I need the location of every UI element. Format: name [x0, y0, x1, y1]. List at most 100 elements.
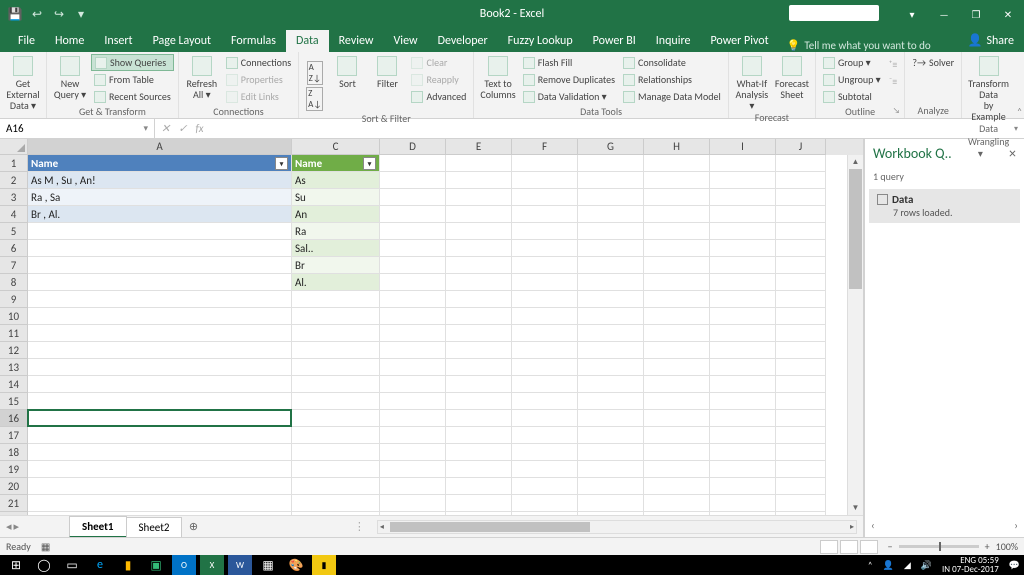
cell[interactable] [710, 291, 776, 308]
cell[interactable] [512, 291, 578, 308]
table-row[interactable]: As M , Su , An! [28, 172, 292, 189]
filter-dropdown-icon[interactable]: ▾ [275, 157, 288, 170]
cell[interactable] [446, 495, 512, 512]
cell[interactable] [578, 342, 644, 359]
cell[interactable] [644, 257, 710, 274]
view-page-layout-button[interactable] [840, 540, 858, 554]
powerbi-icon[interactable]: ▮ [312, 555, 336, 575]
cell[interactable] [644, 274, 710, 291]
task-view-icon[interactable]: ▭ [60, 555, 84, 575]
cell[interactable] [292, 461, 380, 478]
cell[interactable] [644, 223, 710, 240]
row-header[interactable]: 5 [0, 223, 28, 240]
tray-network-icon[interactable]: ◢ [904, 560, 911, 571]
column-header-J[interactable]: J [776, 139, 826, 155]
query-item[interactable]: Data 7 rows loaded. [869, 189, 1020, 223]
undo-icon[interactable]: ↩ [28, 5, 46, 23]
data-validation-button[interactable]: Data Validation ▾ [520, 88, 618, 105]
what-if-analysis-button[interactable]: What-If Analysis ▾ [733, 54, 771, 111]
cell[interactable] [512, 461, 578, 478]
cell[interactable] [292, 291, 380, 308]
consolidate-button[interactable]: Consolidate [620, 54, 724, 71]
cell[interactable] [644, 189, 710, 206]
cell[interactable] [578, 206, 644, 223]
cell[interactable] [578, 223, 644, 240]
cell[interactable] [446, 223, 512, 240]
new-query-button[interactable]: New Query ▾ [51, 54, 89, 100]
cell[interactable] [292, 393, 380, 410]
cell[interactable] [292, 308, 380, 325]
tab-developer[interactable]: Developer [428, 30, 498, 52]
cell[interactable] [446, 257, 512, 274]
scroll-up-icon[interactable]: ▲ [848, 155, 863, 169]
cell[interactable] [710, 189, 776, 206]
tray-people-icon[interactable]: 👤 [883, 560, 894, 571]
cell[interactable] [292, 342, 380, 359]
column-header-E[interactable]: E [446, 139, 512, 155]
cell[interactable] [446, 376, 512, 393]
zoom-slider[interactable] [899, 545, 979, 548]
cell[interactable] [512, 257, 578, 274]
outline-dialog-launcher[interactable]: ↘ [891, 106, 901, 116]
row-header[interactable]: 22 [0, 512, 28, 515]
cell[interactable] [644, 461, 710, 478]
cell[interactable] [512, 189, 578, 206]
row-header[interactable]: 21 [0, 495, 28, 512]
cell[interactable] [446, 427, 512, 444]
table-header-name[interactable]: Name▾ [28, 155, 292, 172]
cell[interactable] [512, 206, 578, 223]
cell[interactable] [512, 308, 578, 325]
cell[interactable] [644, 325, 710, 342]
transform-data-by-example-button[interactable]: Transform Data by Example [966, 54, 1011, 122]
cell[interactable] [776, 444, 826, 461]
cell[interactable] [380, 393, 446, 410]
name-box[interactable]: A16 ▾ [0, 119, 155, 138]
row-header[interactable]: 6 [0, 240, 28, 257]
tab-page-layout[interactable]: Page Layout [143, 30, 221, 52]
row-header[interactable]: 3 [0, 189, 28, 206]
cell[interactable] [512, 172, 578, 189]
from-table-button[interactable]: From Table [91, 71, 174, 88]
cell[interactable] [446, 393, 512, 410]
cell[interactable] [644, 427, 710, 444]
sheet-tab-sheet2[interactable]: Sheet2 [126, 517, 183, 537]
cell[interactable] [512, 223, 578, 240]
cell[interactable] [578, 376, 644, 393]
row-header[interactable]: 17 [0, 427, 28, 444]
cell[interactable] [578, 359, 644, 376]
cell[interactable] [380, 444, 446, 461]
excel-icon[interactable]: X [200, 555, 224, 575]
column-header-I[interactable]: I [710, 139, 776, 155]
cell[interactable] [512, 393, 578, 410]
tab-insert[interactable]: Insert [94, 30, 142, 52]
cell[interactable] [776, 512, 826, 515]
cell[interactable] [710, 376, 776, 393]
cell[interactable] [644, 308, 710, 325]
cell[interactable] [512, 444, 578, 461]
cell[interactable] [380, 257, 446, 274]
cell[interactable] [380, 427, 446, 444]
cell[interactable] [512, 376, 578, 393]
forecast-sheet-button[interactable]: Forecast Sheet [773, 54, 811, 100]
sort-za-button[interactable]: ZA↓ [303, 86, 326, 112]
cell[interactable] [28, 325, 292, 342]
store-icon[interactable]: ▣ [144, 555, 168, 575]
cell[interactable] [292, 410, 380, 427]
cell[interactable] [380, 359, 446, 376]
start-button[interactable]: ⊞ [4, 555, 28, 575]
connections-button[interactable]: Connections [223, 54, 294, 71]
cell[interactable] [512, 359, 578, 376]
cell[interactable] [578, 478, 644, 495]
advanced-filter-button[interactable]: Advanced [408, 88, 469, 105]
cell[interactable] [380, 308, 446, 325]
edge-icon[interactable]: e [88, 555, 112, 575]
column-header-G[interactable]: G [578, 139, 644, 155]
filter-button[interactable]: Filter [368, 54, 406, 89]
cell[interactable] [28, 512, 292, 515]
cell[interactable] [28, 240, 292, 257]
cell[interactable] [578, 461, 644, 478]
cell[interactable] [446, 325, 512, 342]
cell[interactable] [578, 410, 644, 427]
recent-sources-button[interactable]: Recent Sources [91, 88, 174, 105]
cell[interactable] [644, 172, 710, 189]
